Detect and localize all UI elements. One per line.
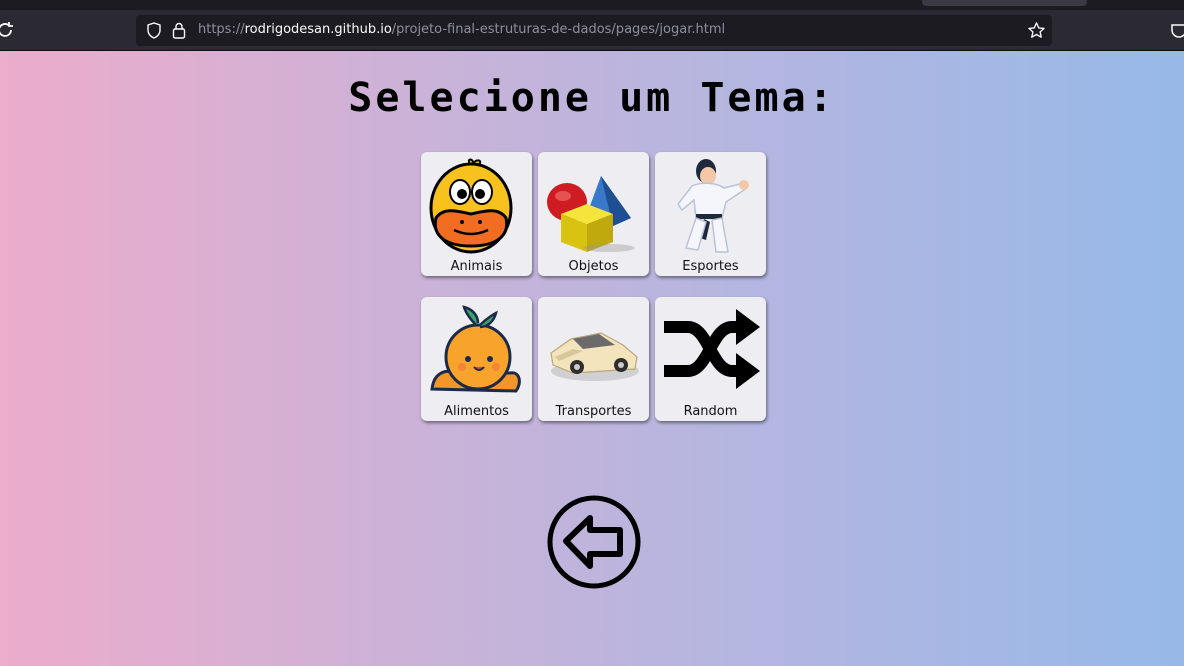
- duck-icon: [429, 158, 513, 254]
- theme-card-transportes[interactable]: Transportes: [538, 297, 649, 421]
- car-icon: [550, 332, 639, 381]
- shield-icon[interactable]: [146, 22, 162, 39]
- orange-icon: [430, 305, 521, 393]
- theme-grid: Animais Objetos Esportes Alimentos Trans…: [421, 152, 767, 424]
- browser-tab[interactable]: [922, 0, 1087, 6]
- url-text: https://rodrigodesan.github.io/projeto-f…: [198, 22, 725, 37]
- url-prefix: https://: [198, 22, 245, 37]
- address-bar[interactable]: https://rodrigodesan.github.io/projeto-f…: [136, 15, 1052, 46]
- lock-icon[interactable]: [172, 22, 186, 39]
- back-arrow-icon[interactable]: [546, 494, 642, 590]
- theme-label: Random: [683, 404, 738, 419]
- theme-card-esportes[interactable]: Esportes: [655, 152, 766, 276]
- theme-label: Alimentos: [444, 404, 509, 419]
- browser-toolbar: https://rodrigodesan.github.io/projeto-f…: [0, 10, 1184, 51]
- theme-label: Transportes: [555, 404, 632, 419]
- page-content: Selecione um Tema: Animais Objetos Espor…: [0, 51, 1184, 666]
- theme-card-random[interactable]: Random: [655, 297, 766, 421]
- theme-label: Esportes: [682, 259, 739, 274]
- theme-label: Animais: [450, 259, 503, 274]
- pocket-icon[interactable]: [1170, 22, 1184, 40]
- url-domain: rodrigodesan.github.io: [244, 22, 392, 37]
- theme-card-alimentos[interactable]: Alimentos: [421, 297, 532, 421]
- page-title: Selecione um Tema:: [348, 75, 836, 121]
- theme-card-animais[interactable]: Animais: [421, 152, 532, 276]
- url-path: /projeto-final-estruturas-de-dados/pages…: [391, 22, 726, 37]
- theme-card-objetos[interactable]: Objetos: [538, 152, 649, 276]
- reload-icon[interactable]: [0, 19, 16, 41]
- shuffle-icon: [664, 309, 760, 389]
- browser-tab-strip: [0, 0, 1184, 10]
- shapes-icon: [547, 176, 635, 252]
- bookmark-star-icon[interactable]: [1027, 21, 1046, 40]
- karate-icon: [677, 159, 749, 253]
- theme-label: Objetos: [568, 259, 619, 274]
